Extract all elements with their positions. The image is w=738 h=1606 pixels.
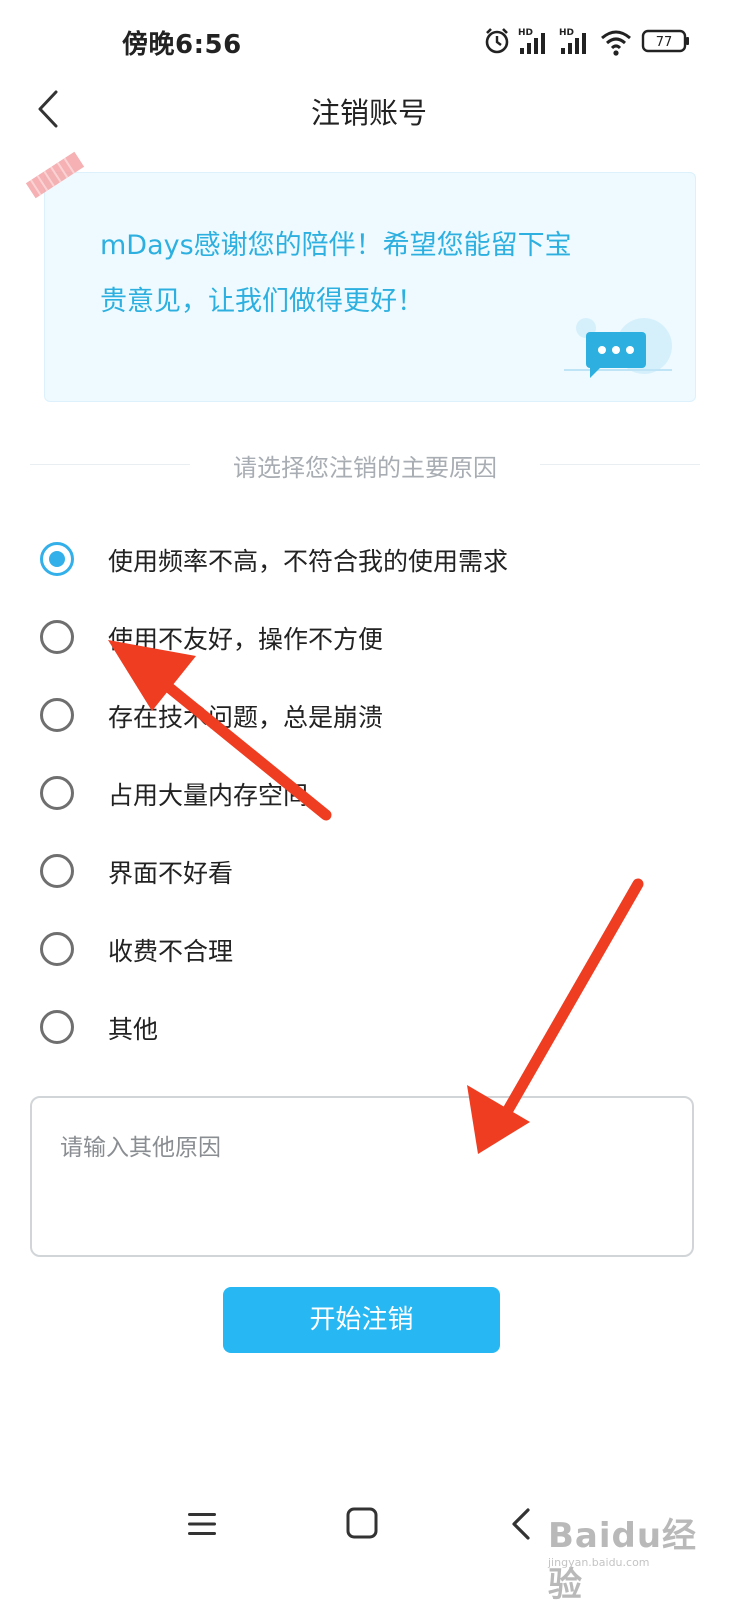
reason-option-2[interactable]: 使用不友好，操作不方便 [38, 612, 678, 664]
thank-you-line-2: 贵意见，让我们做得更好！ [100, 286, 424, 317]
reason-option-label: 使用不友好，操作不方便 [108, 625, 384, 654]
radio-button[interactable] [40, 620, 74, 654]
radio-button-checked[interactable] [40, 542, 74, 576]
reason-option-label: 使用频率不高，不符合我的使用需求 [108, 547, 509, 576]
reason-option-label: 占用大量内存空间 [108, 781, 309, 810]
battery-icon: 77 [641, 29, 689, 53]
thank-you-message: mDays感谢您的陪伴！希望您能留下宝 贵意见，让我们做得更好！ [100, 218, 640, 330]
reason-option-label: 存在技术问题，总是崩溃 [108, 703, 384, 732]
reason-option-6[interactable]: 收费不合理 [38, 924, 678, 976]
watermark-url: jingyan.baidu.com [548, 1556, 650, 1569]
radio-button[interactable] [40, 1010, 74, 1044]
signal-icon: HD [518, 28, 545, 54]
divider-line-right [540, 464, 700, 465]
signal-icon-2: HD [559, 28, 586, 54]
baidu-watermark: Baidu经验 jingyan.baidu.com [548, 1506, 708, 1605]
radio-button[interactable] [40, 776, 74, 810]
reason-option-3[interactable]: 存在技术问题，总是崩溃 [38, 690, 678, 742]
back-icon[interactable] [506, 1506, 536, 1542]
reason-option-5[interactable]: 界面不好看 [38, 846, 678, 898]
wifi-icon [601, 30, 631, 56]
signal-badge-2: HD [559, 28, 574, 38]
radio-button[interactable] [40, 854, 74, 888]
battery-level: 77 [656, 35, 673, 50]
reason-option-label: 界面不好看 [108, 859, 234, 888]
reason-option-1[interactable]: 使用频率不高，不符合我的使用需求 [38, 534, 678, 586]
other-reason-box [30, 1096, 694, 1257]
home-icon[interactable] [345, 1506, 379, 1540]
chat-bubble-icon [564, 318, 672, 378]
reason-option-label: 其他 [108, 1015, 159, 1044]
other-reason-input[interactable] [32, 1098, 692, 1255]
section-divider: 请选择您注销的主要原因 [30, 444, 700, 484]
page-title: 注销账号 [310, 96, 427, 130]
radio-button[interactable] [40, 932, 74, 966]
menu-icon[interactable] [186, 1508, 218, 1540]
start-cancellation-button[interactable]: 开始注销 [223, 1287, 500, 1353]
radio-button[interactable] [40, 698, 74, 732]
reason-option-label: 收费不合理 [108, 937, 234, 966]
status-icons: HD HD 77 [484, 24, 694, 58]
status-time: 傍晚6:56 [122, 30, 242, 60]
section-label: 请选择您注销的主要原因 [233, 454, 497, 482]
reason-option-4[interactable]: 占用大量内存空间 [38, 768, 678, 820]
status-icons-svg: HD HD 77 [485, 28, 689, 56]
signal-badge-1: HD [518, 28, 533, 38]
alarm-icon [485, 28, 509, 54]
reason-option-7[interactable]: 其他 [38, 1002, 678, 1054]
thank-you-line-1: mDays感谢您的陪伴！希望您能留下宝 [100, 230, 572, 261]
